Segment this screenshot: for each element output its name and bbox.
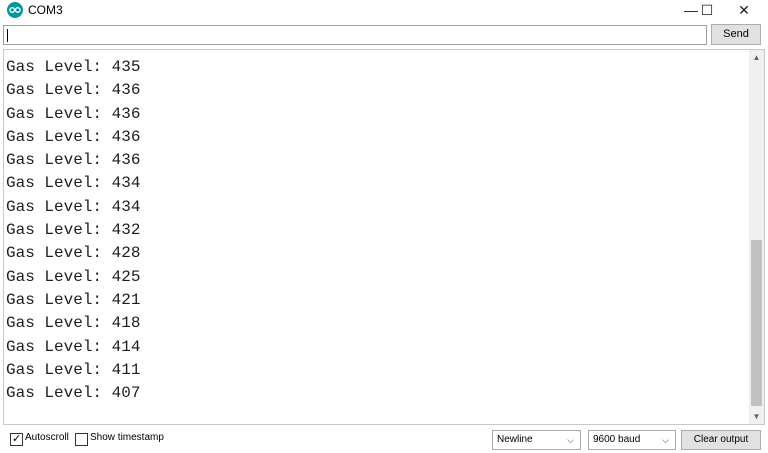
window-title: COM3 (28, 3, 63, 17)
text-caret (7, 29, 8, 42)
output-line: Gas Level: 436 (6, 127, 141, 146)
output-lines: Gas Level: 435 Gas Level: 436 Gas Level: 4… (6, 56, 140, 405)
chevron-down-icon: ⌵ (567, 435, 574, 445)
output-line: Gas Level: 418 (6, 314, 141, 333)
status-bar: ✓ Autoscroll Show timestamp Newline ⌵ 96… (0, 427, 768, 453)
title-bar: COM3 — ☐ ✕ (0, 0, 768, 22)
output-line: Gas Level: 432 (6, 221, 141, 240)
output-line: Gas Level: 425 (6, 267, 141, 286)
output-line: Gas Level: 414 (6, 337, 141, 356)
line-ending-value: Newline (497, 434, 533, 445)
clear-output-button[interactable]: Clear output (681, 430, 761, 450)
close-button[interactable]: ✕ (726, 0, 762, 22)
output-line: Gas Level: 434 (6, 197, 141, 216)
scroll-up-icon[interactable]: ▲ (749, 50, 764, 65)
output-line: Gas Level: 428 (6, 244, 141, 263)
serial-output[interactable]: Gas Level: 435 Gas Level: 436 Gas Level: 4… (3, 49, 765, 425)
checkmark-icon: ✓ (12, 433, 22, 445)
vertical-scrollbar[interactable]: ▲ ▼ (749, 50, 764, 424)
output-line: Gas Level: 407 (6, 384, 141, 403)
autoscroll-checkbox[interactable]: ✓ (10, 433, 23, 446)
output-line: Gas Level: 411 (6, 360, 141, 379)
send-button[interactable]: Send (711, 24, 761, 45)
baud-rate-value: 9600 baud (593, 434, 641, 445)
scroll-down-icon[interactable]: ▼ (749, 409, 764, 424)
autoscroll-label: Autoscroll (25, 432, 69, 443)
baud-rate-select[interactable]: 9600 baud ⌵ (588, 430, 676, 450)
scrollbar-thumb[interactable] (751, 240, 762, 406)
timestamp-label: Show timestamp (90, 432, 164, 443)
output-line: Gas Level: 434 (6, 174, 141, 193)
output-line: Gas Level: 421 (6, 290, 141, 309)
output-line: Gas Level: 436 (6, 81, 141, 100)
timestamp-checkbox[interactable] (75, 433, 88, 446)
arduino-logo-icon (7, 2, 23, 18)
output-line: Gas Level: 435 (6, 58, 141, 76)
line-ending-select[interactable]: Newline ⌵ (492, 430, 581, 450)
maximize-button[interactable]: ☐ (689, 0, 725, 22)
serial-input[interactable] (3, 25, 707, 45)
output-line: Gas Level: 436 (6, 151, 141, 170)
send-row: Send (0, 24, 768, 46)
output-line: Gas Level: 436 (6, 104, 141, 123)
chevron-down-icon: ⌵ (662, 435, 669, 445)
